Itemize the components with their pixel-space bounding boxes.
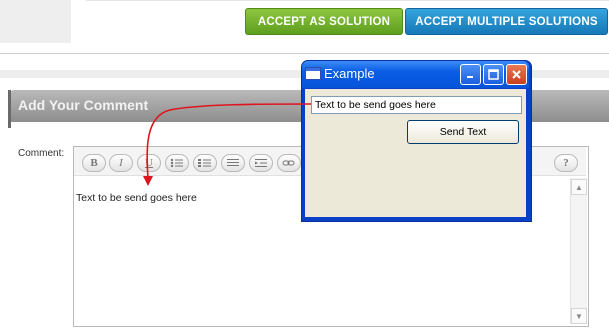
editor-scrollbar[interactable] [570, 178, 587, 324]
maximize-icon[interactable] [483, 64, 504, 85]
bullet-list-icon[interactable] [165, 154, 189, 172]
underline-icon[interactable]: U [137, 154, 161, 172]
help-icon[interactable]: ? [554, 154, 578, 172]
scroll-up-icon[interactable]: ▲ [571, 179, 587, 195]
scroll-down-icon[interactable]: ▼ [571, 308, 587, 324]
accept-as-solution-button[interactable]: ACCEPT AS SOLUTION [245, 8, 403, 35]
link-icon[interactable] [277, 154, 301, 172]
bold-icon[interactable]: B [82, 154, 106, 172]
window-title: Example [324, 66, 375, 81]
indent-icon[interactable] [249, 154, 273, 172]
minimize-icon[interactable] [460, 64, 481, 85]
send-text-button[interactable]: Send Text [407, 120, 519, 144]
divider [86, 0, 609, 1]
divider [0, 53, 609, 54]
comment-label: Comment: [18, 148, 65, 159]
comment-header-title: Add Your Comment [18, 97, 149, 113]
close-icon[interactable] [506, 64, 527, 85]
window-app-icon [305, 67, 321, 80]
align-icon[interactable] [221, 154, 245, 172]
header-accent [8, 90, 11, 128]
send-text-input[interactable]: Text to be send goes here [311, 96, 522, 114]
top-left-panel [0, 0, 71, 43]
italic-icon[interactable]: I [109, 154, 133, 172]
accept-multiple-solutions-button[interactable]: ACCEPT MULTIPLE SOLUTIONS [405, 8, 608, 35]
numbered-list-icon[interactable] [193, 154, 217, 172]
editor-text[interactable]: Text to be send goes here [76, 192, 197, 204]
